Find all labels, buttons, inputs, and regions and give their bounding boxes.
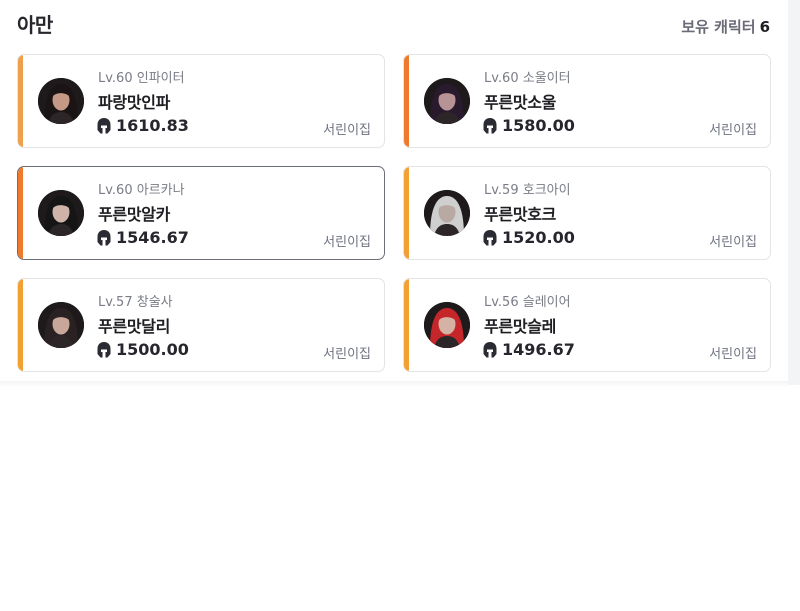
character-name: 푸른맛알카	[98, 205, 171, 224]
helmet-icon	[97, 229, 111, 245]
helmet-icon	[483, 229, 497, 245]
item-level: 1580.00	[483, 116, 575, 135]
grade-accent-bar	[404, 55, 409, 147]
character-level-class: Lv.60 인파이터	[98, 71, 185, 86]
item-level: 1496.67	[483, 340, 575, 359]
character-avatar	[38, 78, 84, 124]
character-avatar	[424, 302, 470, 348]
item-level: 1520.00	[483, 228, 575, 247]
character-name: 푸른맛소울	[484, 93, 557, 112]
portrait-image	[38, 78, 84, 124]
character-level-class: Lv.59 호크아이	[484, 183, 571, 198]
guild-name: 서린이집	[323, 235, 371, 250]
grade-accent-bar	[18, 55, 23, 147]
item-level-value: 1500.00	[116, 340, 189, 359]
owned-label: 보유 캐릭터	[681, 18, 756, 36]
guild-name: 서린이집	[709, 123, 757, 138]
character-avatar	[424, 190, 470, 236]
grade-accent-bar	[18, 279, 23, 371]
item-level-value: 1520.00	[502, 228, 575, 247]
scrollbar-track[interactable]	[788, 0, 800, 385]
character-card[interactable]: Lv.59 호크아이 푸른맛호크 1520.00 서린이집	[403, 166, 771, 260]
character-avatar	[38, 190, 84, 236]
portrait-image	[424, 190, 470, 236]
character-panel: 아만 보유 캐릭터 6 Lv.60 인파이터 파랑맛인파 1610.83 서린이집…	[0, 0, 788, 385]
portrait-image	[424, 78, 470, 124]
character-level-class: Lv.60 아르카나	[98, 183, 185, 198]
character-card-selected[interactable]: Lv.60 아르카나 푸른맛알카 1546.67 서린이집	[17, 166, 385, 260]
grade-accent-bar	[404, 167, 409, 259]
character-card[interactable]: Lv.60 인파이터 파랑맛인파 1610.83 서린이집	[17, 54, 385, 148]
character-name: 푸른맛슬레	[484, 317, 557, 336]
portrait-image	[38, 190, 84, 236]
character-level-class: Lv.57 창술사	[98, 295, 173, 310]
portrait-image	[38, 302, 84, 348]
owned-count: 6	[759, 18, 770, 36]
item-level-value: 1496.67	[502, 340, 575, 359]
character-grid: Lv.60 인파이터 파랑맛인파 1610.83 서린이집 Lv.60 소울이터…	[17, 54, 771, 372]
helmet-icon	[483, 117, 497, 133]
grade-accent-bar	[404, 279, 409, 371]
character-name: 파랑맛인파	[98, 93, 171, 112]
item-level: 1546.67	[97, 228, 189, 247]
panel-bottom-edge	[0, 381, 788, 387]
item-level-value: 1610.83	[116, 116, 189, 135]
helmet-icon	[97, 117, 111, 133]
character-card[interactable]: Lv.57 창술사 푸른맛달리 1500.00 서린이집	[17, 278, 385, 372]
character-card[interactable]: Lv.60 소울이터 푸른맛소울 1580.00 서린이집	[403, 54, 771, 148]
character-name: 푸른맛호크	[484, 205, 557, 224]
portrait-image	[424, 302, 470, 348]
guild-name: 서린이집	[323, 347, 371, 362]
helmet-icon	[483, 341, 497, 357]
item-level: 1610.83	[97, 116, 189, 135]
guild-name: 서린이집	[323, 123, 371, 138]
helmet-icon	[97, 341, 111, 357]
character-level-class: Lv.56 슬레이어	[484, 295, 571, 310]
character-card[interactable]: Lv.56 슬레이어 푸른맛슬레 1496.67 서린이집	[403, 278, 771, 372]
guild-name: 서린이집	[709, 347, 757, 362]
item-level-value: 1546.67	[116, 228, 189, 247]
character-avatar	[424, 78, 470, 124]
item-level-value: 1580.00	[502, 116, 575, 135]
item-level: 1500.00	[97, 340, 189, 359]
grade-accent-bar	[18, 167, 23, 259]
guild-name: 서린이집	[709, 235, 757, 250]
owned-characters-count: 보유 캐릭터 6	[681, 16, 770, 37]
character-level-class: Lv.60 소울이터	[484, 71, 571, 86]
character-name: 푸른맛달리	[98, 317, 171, 336]
server-name: 아만	[17, 13, 53, 37]
character-avatar	[38, 302, 84, 348]
